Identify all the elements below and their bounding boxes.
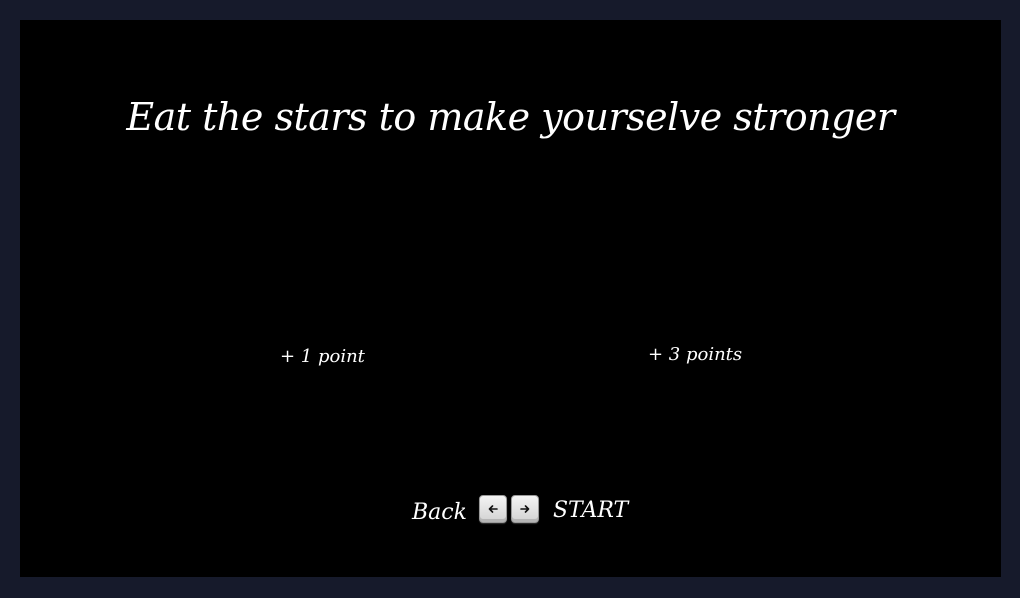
reward-label-big-star: + 3 points [648,344,743,365]
left-arrow-key[interactable] [478,495,507,523]
game-frame: Eat the stars to make yourselve stronger… [0,0,1020,598]
start-label[interactable]: START [553,498,628,523]
instruction-title: Eat the stars to make yourselve stronger [126,95,895,139]
reward-label-small-star: + 1 point [280,346,365,367]
navigation-controls: Back START [412,492,628,526]
game-stage: Eat the stars to make yourselve stronger… [20,20,1001,577]
right-arrow-key[interactable] [510,495,539,523]
back-label[interactable]: Back [412,500,467,525]
arrow-left-icon [488,505,498,513]
arrow-right-icon [520,505,530,513]
